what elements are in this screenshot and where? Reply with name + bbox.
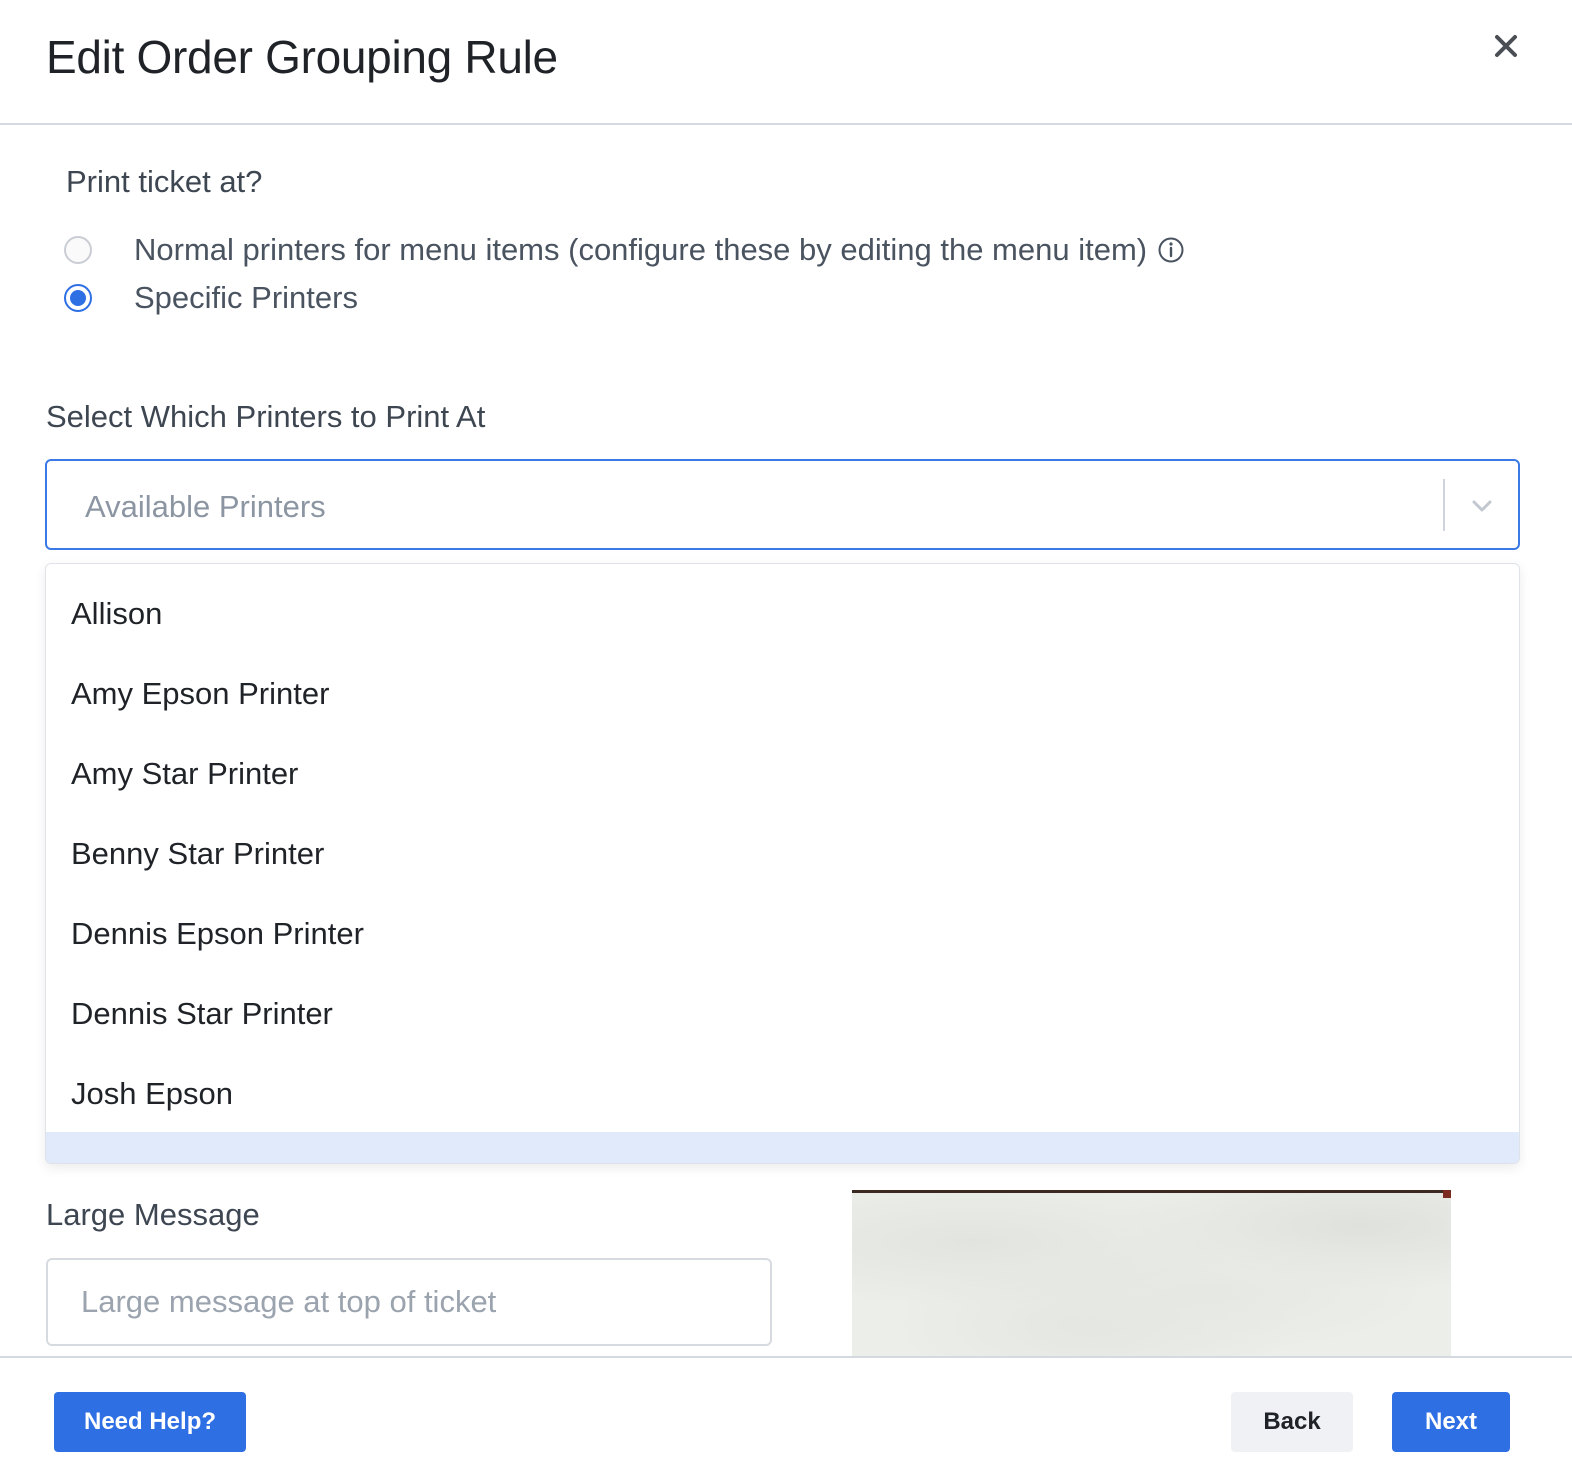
printer-option[interactable]: Allison (46, 574, 1519, 654)
large-message-input[interactable] (46, 1258, 772, 1346)
close-button[interactable] (1486, 26, 1526, 66)
printer-option-highlighted[interactable] (46, 1132, 1519, 1163)
printer-option[interactable]: Amy Star Printer (46, 734, 1519, 814)
printers-select-placeholder: Available Printers (85, 489, 326, 524)
printers-select[interactable]: Available Printers (45, 459, 1520, 550)
info-icon[interactable] (1157, 236, 1185, 264)
radio-specific-label: Specific Printers (134, 280, 358, 315)
back-button[interactable]: Back (1231, 1392, 1353, 1452)
radio-button-specific[interactable] (64, 284, 92, 312)
chevron-down-icon[interactable] (1465, 489, 1499, 523)
ticket-preview-image (852, 1190, 1451, 1358)
radio-normal-printers[interactable]: Normal printers for menu items (configur… (64, 230, 1185, 270)
modal-title: Edit Order Grouping Rule (46, 31, 558, 83)
next-button[interactable]: Next (1392, 1392, 1510, 1452)
printer-option[interactable]: Benny Star Printer (46, 814, 1519, 894)
radio-button-normal[interactable] (64, 236, 92, 264)
printer-option[interactable]: Josh Epson (46, 1054, 1519, 1134)
radio-specific-printers[interactable]: Specific Printers (64, 278, 358, 318)
select-divider (1443, 479, 1445, 531)
printer-option[interactable]: Amy Epson Printer (46, 654, 1519, 734)
radio-normal-label: Normal printers for menu items (configur… (134, 232, 1148, 267)
close-icon (1495, 35, 1517, 57)
modal-footer: Need Help? Back Next (0, 1356, 1572, 1472)
printers-dropdown-menu[interactable]: Allison Amy Epson Printer Amy Star Print… (45, 563, 1520, 1164)
printer-option[interactable]: Dennis Star Printer (46, 974, 1519, 1054)
printer-option[interactable]: Dennis Epson Printer (46, 894, 1519, 974)
large-message-label: Large Message (46, 1197, 260, 1232)
modal-header: Edit Order Grouping Rule (0, 0, 1572, 125)
need-help-button[interactable]: Need Help? (54, 1392, 246, 1452)
printers-label: Select Which Printers to Print At (46, 399, 486, 434)
print-ticket-label: Print ticket at? (66, 164, 263, 199)
